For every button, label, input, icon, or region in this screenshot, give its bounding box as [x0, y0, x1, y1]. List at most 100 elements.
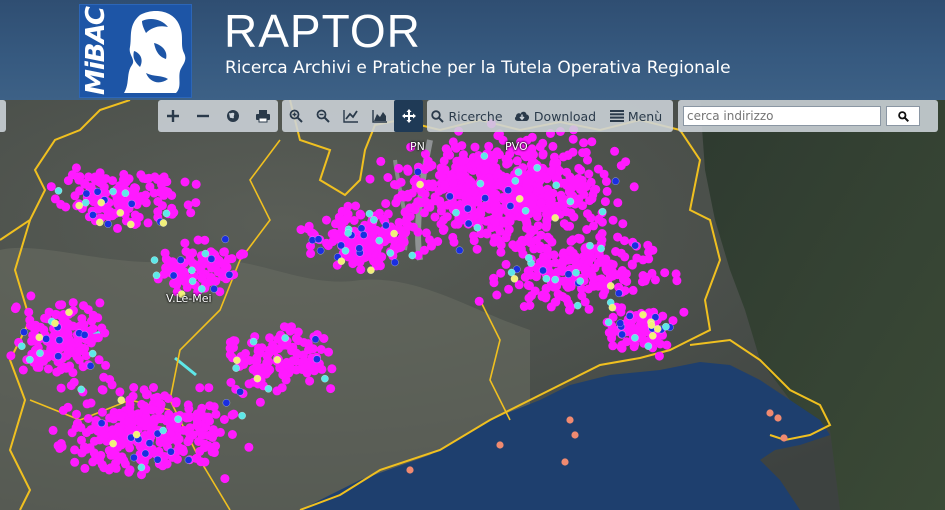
archive-point[interactable] [321, 374, 329, 383]
archive-point[interactable] [375, 236, 384, 245]
archive-point[interactable] [662, 322, 670, 331]
archive-point[interactable] [629, 182, 639, 192]
archive-point[interactable] [56, 439, 66, 448]
archive-point[interactable] [586, 213, 596, 223]
archive-point[interactable] [639, 325, 649, 335]
archive-point[interactable] [322, 238, 331, 248]
archive-point[interactable] [671, 269, 681, 279]
archive-point[interactable] [125, 403, 135, 413]
archive-point[interactable] [46, 182, 56, 192]
archive-point[interactable] [524, 254, 533, 262]
archive-point[interactable] [583, 155, 592, 165]
archive-point[interactable] [232, 364, 240, 372]
archive-point[interactable] [196, 457, 206, 467]
archive-point[interactable] [437, 172, 447, 181]
archive-point[interactable] [383, 173, 393, 182]
archive-point[interactable] [149, 383, 158, 392]
archive-point[interactable] [18, 365, 28, 375]
archive-point[interactable] [365, 174, 375, 184]
archive-point[interactable] [464, 219, 473, 228]
archive-point[interactable] [613, 232, 623, 242]
archive-point[interactable] [176, 445, 186, 455]
archive-point[interactable] [221, 235, 230, 244]
archive-point[interactable] [101, 360, 111, 370]
archive-point[interactable] [514, 168, 523, 176]
archive-point[interactable] [195, 383, 205, 393]
archive-point[interactable] [346, 240, 356, 249]
archive-point[interactable] [163, 394, 173, 403]
archive-point[interactable] [72, 409, 81, 419]
archive-point[interactable] [186, 208, 196, 218]
archive-point[interactable] [230, 336, 240, 346]
archive-point[interactable] [140, 401, 150, 411]
archive-point[interactable] [296, 225, 306, 235]
archive-point[interactable] [134, 196, 144, 206]
archive-point[interactable] [433, 237, 443, 246]
archive-point[interactable] [51, 319, 59, 328]
archive-point[interactable] [585, 196, 595, 206]
archive-point[interactable] [647, 321, 656, 330]
full-extent-button[interactable] [218, 100, 248, 132]
archive-point[interactable] [203, 412, 213, 422]
archive-point[interactable] [496, 268, 506, 278]
archive-point[interactable] [382, 221, 390, 230]
archive-point[interactable] [204, 383, 214, 393]
archive-point[interactable] [77, 385, 86, 394]
archive-point[interactable] [457, 156, 467, 166]
archive-point[interactable] [576, 277, 585, 285]
archive-point[interactable] [584, 249, 594, 259]
archive-point[interactable] [244, 442, 254, 452]
archive-point[interactable] [159, 190, 169, 200]
archive-point[interactable] [453, 219, 463, 229]
archive-point[interactable] [54, 186, 63, 195]
archive-point[interactable] [264, 345, 274, 355]
archive-point[interactable] [376, 156, 386, 166]
archive-point[interactable] [639, 310, 647, 319]
archive-point[interactable] [127, 199, 136, 208]
archive-point[interactable] [480, 152, 489, 160]
archive-point[interactable] [504, 284, 514, 294]
archive-point[interactable] [61, 363, 71, 373]
archive-point[interactable] [556, 190, 566, 200]
archive-point[interactable] [311, 335, 320, 344]
archive-point[interactable] [95, 435, 105, 445]
archive-point[interactable] [169, 271, 178, 280]
archive-point[interactable] [608, 215, 618, 225]
archive-point[interactable] [399, 237, 409, 247]
archive-point[interactable] [428, 179, 438, 189]
archive-point[interactable] [201, 249, 210, 258]
archive-point[interactable] [533, 221, 543, 231]
archive-point[interactable] [192, 419, 202, 429]
archive-point[interactable] [566, 416, 574, 424]
archive-point[interactable] [574, 194, 584, 204]
archive-point[interactable] [82, 189, 91, 198]
archive-point[interactable] [631, 241, 640, 250]
archive-point[interactable] [493, 169, 503, 178]
archive-point[interactable] [116, 411, 126, 421]
archive-point[interactable] [126, 220, 135, 229]
archive-point[interactable] [543, 232, 553, 242]
archive-point[interactable] [78, 362, 88, 372]
archive-point[interactable] [128, 391, 138, 401]
archive-point[interactable] [390, 229, 398, 238]
archive-point[interactable] [631, 333, 639, 342]
archive-point[interactable] [359, 231, 368, 239]
archive-point[interactable] [184, 456, 193, 464]
archive-point[interactable] [281, 359, 291, 369]
archive-point[interactable] [463, 204, 472, 213]
archive-point[interactable] [227, 430, 237, 439]
archive-point[interactable] [171, 398, 181, 408]
archive-point[interactable] [548, 188, 558, 198]
archive-point[interactable] [452, 208, 460, 217]
archive-point[interactable] [405, 203, 415, 213]
archive-point[interactable] [610, 146, 620, 156]
archive-point[interactable] [131, 183, 141, 193]
archive-point[interactable] [618, 219, 628, 229]
archive-point[interactable] [539, 266, 547, 275]
address-search-input[interactable] [683, 106, 881, 126]
archive-point[interactable] [481, 194, 489, 202]
archive-point[interactable] [70, 445, 80, 455]
archive-point[interactable] [414, 168, 422, 176]
archive-point[interactable] [386, 249, 395, 257]
archive-point[interactable] [577, 291, 587, 301]
